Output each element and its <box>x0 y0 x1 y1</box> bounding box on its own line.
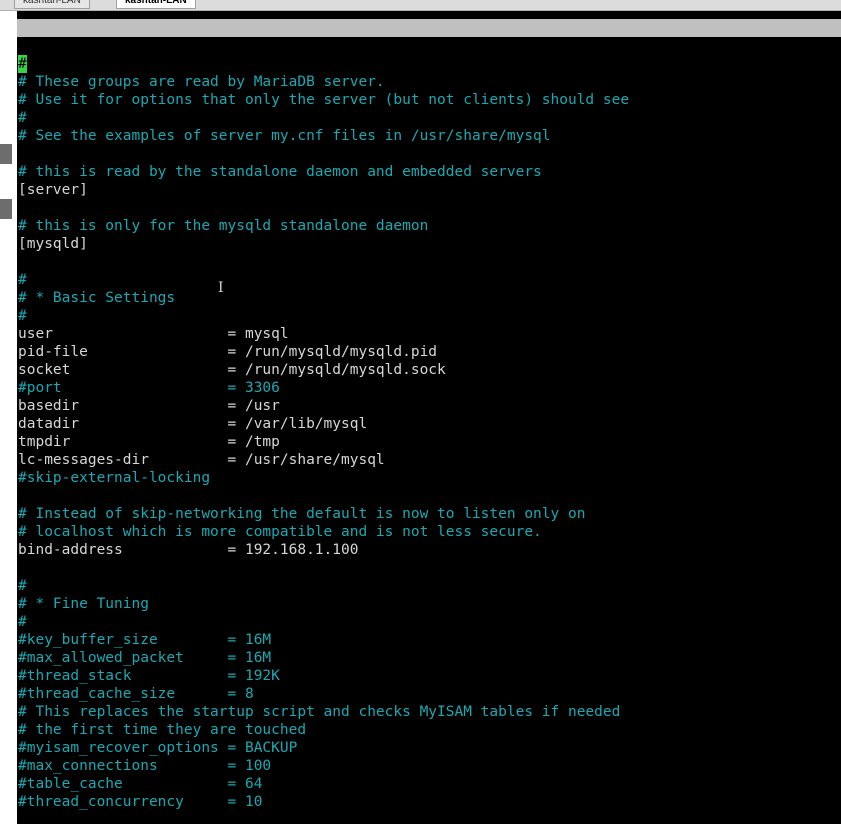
editor-line: # <box>18 578 27 594</box>
editor-line: # See the examples of server my.cnf file… <box>18 128 551 144</box>
nano-title-bar: GNU nano 3.2 /etc/mysq <box>17 19 841 72</box>
editor-line: lc-messages-dir = /usr/share/mysql <box>18 452 385 468</box>
nano-version: GNU nano 3.2 <box>37 38 142 54</box>
editor-line: #max_allowed_packet = 16M <box>18 650 272 666</box>
editor-line: # Use it for options that only the serve… <box>18 92 630 108</box>
editor-line: #thread_cache_size = 8 <box>18 686 254 702</box>
editor-line: # * Basic Settings <box>18 290 176 306</box>
editor-line: tmpdir = /tmp <box>18 434 280 450</box>
editor-line: # the first time they are touched <box>18 722 307 738</box>
editor-line: #myisam_recover_options = BACKUP <box>18 740 298 756</box>
session-tab-bar: kashtan-LAN kashtan-LAN <box>0 0 841 11</box>
editor-line: # <box>18 614 27 630</box>
gutter-marker <box>0 199 12 219</box>
left-gutter <box>0 11 17 824</box>
editor-line: # <box>18 110 27 126</box>
editor-line: # this is only for the mysqld standalone… <box>18 218 429 234</box>
editor-line: datadir = /var/lib/mysql <box>18 416 368 432</box>
editor-cursor: # <box>18 55 27 73</box>
editor-line: #table_cache = 64 <box>18 776 263 792</box>
editor-line: # <box>18 308 27 324</box>
editor-line: # This replaces the startup script and c… <box>18 704 621 720</box>
editor-line: pid-file = /run/mysqld/mysqld.pid <box>18 344 438 360</box>
text-cursor-ibeam-icon: I <box>218 280 224 296</box>
editor-line: [server] <box>18 182 88 198</box>
editor-line: #thread_concurrency = 10 <box>18 794 263 810</box>
editor-buffer[interactable]: # # These groups are read by MariaDB serv… <box>18 55 841 811</box>
editor-line: bind-address = 192.168.1.100 <box>18 542 359 558</box>
editor-line: [mysqld] <box>18 236 88 252</box>
editor-line: #port = 3306 <box>18 380 280 396</box>
editor-line: # <box>18 55 841 73</box>
editor-line: socket = /run/mysqld/mysqld.sock <box>18 362 446 378</box>
gutter-marker <box>0 144 12 164</box>
editor-line: #thread_stack = 192K <box>18 668 280 684</box>
editor-line: # These groups are read by MariaDB serve… <box>18 74 385 90</box>
editor-line: #max_connections = 100 <box>18 758 272 774</box>
terminal-window[interactable]: GNU nano 3.2 /etc/mysq # # These groups a… <box>17 11 841 824</box>
editor-line: #key_buffer_size = 16M <box>18 632 272 648</box>
editor-line: # this is read by the standalone daemon … <box>18 164 542 180</box>
editor-line: # localhost which is more compatible and… <box>18 524 542 540</box>
session-tab-1[interactable]: kashtan-LAN <box>14 0 90 9</box>
editor-line: #skip-external-locking <box>18 470 211 486</box>
editor-line: # <box>18 272 27 288</box>
editor-line: basedir = /usr <box>18 398 280 414</box>
editor-line: # Instead of skip-networking the default… <box>18 506 586 522</box>
editor-line: # * Fine Tuning <box>18 596 149 612</box>
session-tab-2[interactable]: kashtan-LAN <box>116 0 196 9</box>
editor-line: user = mysql <box>18 326 289 342</box>
